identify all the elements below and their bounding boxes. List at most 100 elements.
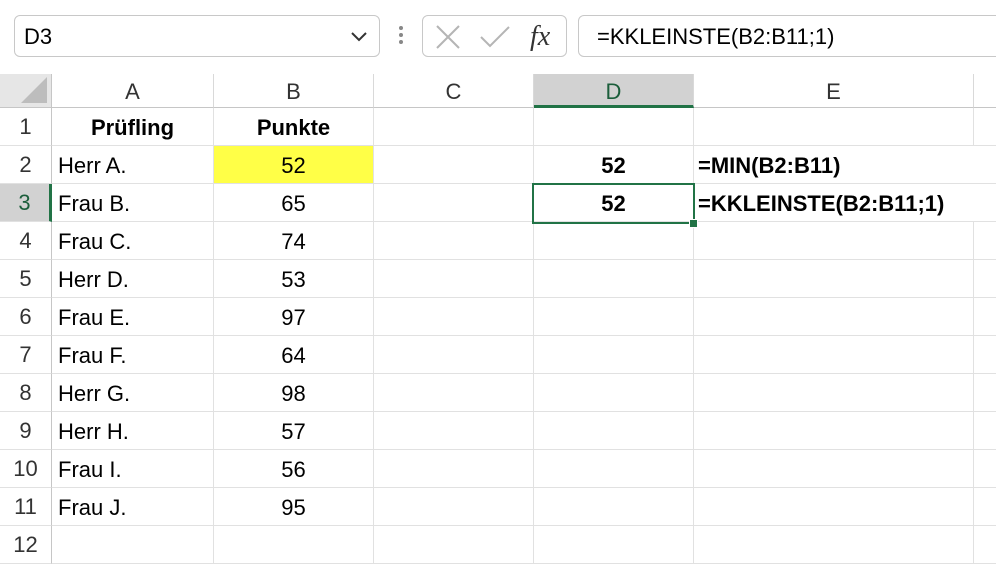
cell-e10[interactable] — [694, 450, 974, 488]
cell-a2[interactable]: Herr A. — [52, 146, 214, 184]
cell-a7[interactable]: Frau F. — [52, 336, 214, 374]
vertical-dots-icon[interactable] — [394, 20, 408, 50]
cell-c6[interactable] — [374, 298, 534, 336]
cell-a4[interactable]: Frau C. — [52, 222, 214, 260]
cell-f2[interactable] — [974, 146, 996, 184]
cell-c2[interactable] — [374, 146, 534, 184]
cell-f4[interactable] — [974, 222, 996, 260]
cell-c10[interactable] — [374, 450, 534, 488]
cell-a5[interactable]: Herr D. — [52, 260, 214, 298]
row-header-10[interactable]: 10 — [0, 450, 52, 488]
cell-f11[interactable] — [974, 488, 996, 526]
row-header-4[interactable]: 4 — [0, 222, 52, 260]
cell-e9[interactable] — [694, 412, 974, 450]
cell-d11[interactable] — [534, 488, 694, 526]
cell-c1[interactable] — [374, 108, 534, 146]
svg-text:fx: fx — [530, 21, 551, 52]
cell-a10[interactable]: Frau I. — [52, 450, 214, 488]
cell-e7[interactable] — [694, 336, 974, 374]
cell-f1[interactable] — [974, 108, 996, 146]
cell-d8[interactable] — [534, 374, 694, 412]
fx-icon[interactable]: fx — [529, 20, 559, 52]
cell-e2[interactable]: =MIN(B2:B11) — [694, 146, 974, 184]
select-all-triangle — [21, 77, 47, 103]
cell-b10[interactable]: 56 — [214, 450, 374, 488]
cell-c11[interactable] — [374, 488, 534, 526]
cell-c5[interactable] — [374, 260, 534, 298]
cell-f8[interactable] — [974, 374, 996, 412]
cell-a11[interactable]: Frau J. — [52, 488, 214, 526]
cell-e8[interactable] — [694, 374, 974, 412]
cell-f7[interactable] — [974, 336, 996, 374]
column-header-e[interactable]: E — [694, 74, 974, 108]
cell-d6[interactable] — [534, 298, 694, 336]
cell-b5[interactable]: 53 — [214, 260, 374, 298]
column-header-a[interactable]: A — [52, 74, 214, 108]
cell-e5[interactable] — [694, 260, 974, 298]
cell-b11[interactable]: 95 — [214, 488, 374, 526]
chevron-down-icon[interactable] — [349, 26, 369, 46]
cell-c8[interactable] — [374, 374, 534, 412]
row-header-11[interactable]: 11 — [0, 488, 52, 526]
cell-f6[interactable] — [974, 298, 996, 336]
cell-c7[interactable] — [374, 336, 534, 374]
check-icon[interactable] — [479, 24, 511, 50]
cell-e4[interactable] — [694, 222, 974, 260]
cell-e11[interactable] — [694, 488, 974, 526]
cell-b4[interactable]: 74 — [214, 222, 374, 260]
row-header-5[interactable]: 5 — [0, 260, 52, 298]
row-header-7[interactable]: 7 — [0, 336, 52, 374]
cell-b2[interactable]: 52 — [214, 146, 374, 184]
cell-f12[interactable] — [974, 526, 996, 564]
cell-d12[interactable] — [534, 526, 694, 564]
cell-d5[interactable] — [534, 260, 694, 298]
cell-e3[interactable]: =KKLEINSTE(B2:B11;1) — [694, 184, 996, 222]
cell-b1[interactable]: Punkte — [214, 108, 374, 146]
cell-d2[interactable]: 52 — [534, 146, 694, 184]
row-header-8[interactable]: 8 — [0, 374, 52, 412]
cell-f10[interactable] — [974, 450, 996, 488]
cell-d7[interactable] — [534, 336, 694, 374]
row-header-12[interactable]: 12 — [0, 526, 52, 564]
row-header-3[interactable]: 3 — [0, 184, 52, 222]
name-box[interactable]: D3 — [14, 15, 380, 57]
column-header-f[interactable] — [974, 74, 996, 108]
cell-b8[interactable]: 98 — [214, 374, 374, 412]
row-header-9[interactable]: 9 — [0, 412, 52, 450]
cell-b6[interactable]: 97 — [214, 298, 374, 336]
cell-a1[interactable]: Prüfling — [52, 108, 214, 146]
cell-d4[interactable] — [534, 222, 694, 260]
cell-a6[interactable]: Frau E. — [52, 298, 214, 336]
cell-c3[interactable] — [374, 184, 534, 222]
cell-d3[interactable]: 52 — [534, 184, 694, 222]
cell-b9[interactable]: 57 — [214, 412, 374, 450]
cell-a9[interactable]: Herr H. — [52, 412, 214, 450]
cell-a12[interactable] — [52, 526, 214, 564]
cell-c12[interactable] — [374, 526, 534, 564]
select-all-button[interactable] — [0, 74, 52, 108]
cell-a8[interactable]: Herr G. — [52, 374, 214, 412]
row-header-1[interactable]: 1 — [0, 108, 52, 146]
cell-d10[interactable] — [534, 450, 694, 488]
cell-b12[interactable] — [214, 526, 374, 564]
formula-input[interactable]: =KKLEINSTE(B2:B11;1) — [578, 15, 996, 57]
cell-c4[interactable] — [374, 222, 534, 260]
row-header-2[interactable]: 2 — [0, 146, 52, 184]
column-header-c[interactable]: C — [374, 74, 534, 108]
column-header-b[interactable]: B — [214, 74, 374, 108]
cell-e12[interactable] — [694, 526, 974, 564]
cell-e6[interactable] — [694, 298, 974, 336]
cell-a3[interactable]: Frau B. — [52, 184, 214, 222]
close-icon[interactable] — [435, 24, 461, 50]
column-header-d[interactable]: D — [534, 74, 694, 108]
cell-d1[interactable] — [534, 108, 694, 146]
cell-e1[interactable] — [694, 108, 974, 146]
cell-f9[interactable] — [974, 412, 996, 450]
cell-c9[interactable] — [374, 412, 534, 450]
cell-f5[interactable] — [974, 260, 996, 298]
fill-handle[interactable] — [689, 219, 698, 228]
cell-d9[interactable] — [534, 412, 694, 450]
row-header-6[interactable]: 6 — [0, 298, 52, 336]
cell-b3[interactable]: 65 — [214, 184, 374, 222]
cell-b7[interactable]: 64 — [214, 336, 374, 374]
